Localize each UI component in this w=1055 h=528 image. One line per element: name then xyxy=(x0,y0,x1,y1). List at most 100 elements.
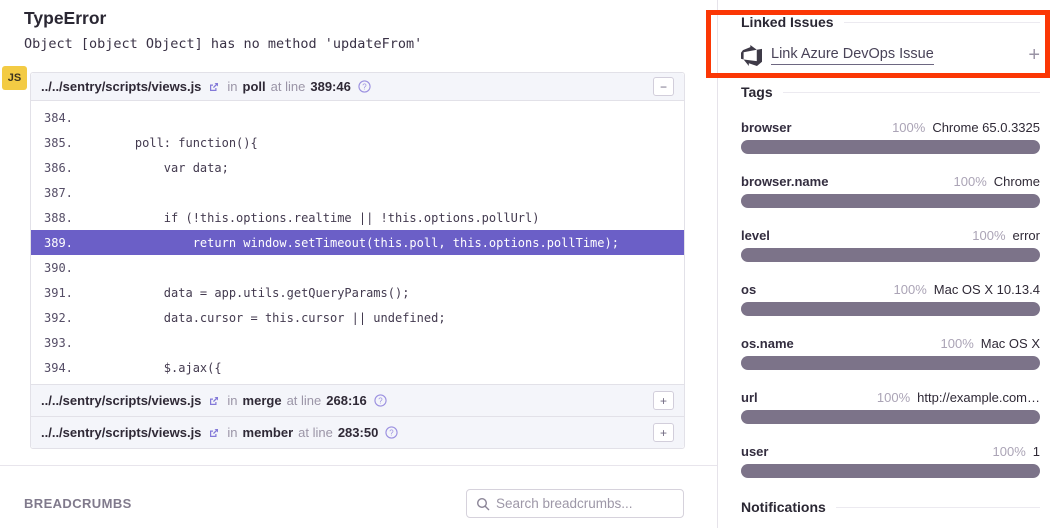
line-number: 384. xyxy=(31,111,106,125)
tag-row-os-name: os.name 100% Mac OS X xyxy=(741,336,1040,370)
tag-key: browser xyxy=(741,120,792,135)
frame-in-label: in xyxy=(227,425,237,440)
code-line: 385. poll: function(){ xyxy=(31,130,684,155)
tag-distribution-bar[interactable] xyxy=(741,302,1040,316)
external-link-icon[interactable] xyxy=(208,427,220,439)
tag-value[interactable]: Chrome xyxy=(994,174,1040,189)
code-line: 391. data = app.utils.getQueryParams(); xyxy=(31,280,684,305)
linked-issues-heading: Linked Issues xyxy=(741,14,1040,30)
line-number: 393. xyxy=(31,336,106,350)
tag-percent: 100% xyxy=(972,228,1005,243)
collapse-frame-button[interactable]: − xyxy=(653,77,674,96)
tag-percent: 100% xyxy=(877,390,910,405)
line-number: 385. xyxy=(31,136,106,150)
stack-trace-panel: ../../sentry/scripts/views.js in poll at… xyxy=(30,72,685,449)
code-line: 392. data.cursor = this.cursor || undefi… xyxy=(31,305,684,330)
tag-row-level: level 100% error xyxy=(741,228,1040,262)
section-divider xyxy=(0,465,717,466)
tag-value[interactable]: error xyxy=(1013,228,1040,243)
linked-issues-heading-label: Linked Issues xyxy=(741,14,834,30)
code-line: 387. xyxy=(31,180,684,205)
line-number: 394. xyxy=(31,361,106,375)
svg-text:?: ? xyxy=(362,82,367,91)
tags-heading: Tags xyxy=(741,84,1040,100)
svg-text:?: ? xyxy=(390,428,395,437)
line-source: $.ajax({ xyxy=(106,361,684,375)
line-source: return window.setTimeout(this.poll, this… xyxy=(106,236,684,250)
tag-value[interactable]: 1 xyxy=(1033,444,1040,459)
tags-heading-label: Tags xyxy=(741,84,773,100)
line-source: data.cursor = this.cursor || undefined; xyxy=(106,311,684,325)
tag-key: os.name xyxy=(741,336,794,351)
frame-function: merge xyxy=(243,393,282,408)
stack-frame-header-merge[interactable]: ../../sentry/scripts/views.js in merge a… xyxy=(31,384,684,416)
tag-percent: 100% xyxy=(894,282,927,297)
tag-value[interactable]: http://example.com… xyxy=(917,390,1040,405)
help-icon[interactable]: ? xyxy=(385,426,398,439)
stack-frame-header-poll[interactable]: ../../sentry/scripts/views.js in poll at… xyxy=(31,73,684,101)
notifications-heading: Notifications xyxy=(741,499,1040,515)
line-number: 386. xyxy=(31,161,106,175)
frame-filename[interactable]: ../../sentry/scripts/views.js xyxy=(41,393,201,408)
frame-filename[interactable]: ../../sentry/scripts/views.js xyxy=(41,425,201,440)
tag-percent: 100% xyxy=(892,120,925,135)
code-line: 388. if (!this.options.realtime || !this… xyxy=(31,205,684,230)
frame-in-label: in xyxy=(227,393,237,408)
error-message: Object [object Object] has no method 'up… xyxy=(24,36,422,52)
line-number: 387. xyxy=(31,186,106,200)
external-link-icon[interactable] xyxy=(208,395,220,407)
frame-atline-label: at line xyxy=(271,79,306,94)
line-source: var data; xyxy=(106,161,684,175)
tag-value[interactable]: Mac OS X 10.13.4 xyxy=(934,282,1040,297)
breadcrumbs-search-box[interactable] xyxy=(466,489,684,518)
frame-atline-label: at line xyxy=(298,425,333,440)
frame-line-number: 268:16 xyxy=(326,393,366,408)
line-number: 389. xyxy=(31,236,106,250)
frame-line-number: 389:46 xyxy=(310,79,350,94)
code-line: 386. var data; xyxy=(31,155,684,180)
linked-issue-row: Link Azure DevOps Issue + xyxy=(741,43,1040,67)
frame-filename[interactable]: ../../sentry/scripts/views.js xyxy=(41,79,201,94)
tag-distribution-bar[interactable] xyxy=(741,194,1040,208)
svg-text:?: ? xyxy=(378,396,383,405)
tag-distribution-bar[interactable] xyxy=(741,410,1040,424)
tag-row-user: user 100% 1 xyxy=(741,444,1040,478)
line-source: data = app.utils.getQueryParams(); xyxy=(106,286,684,300)
tag-distribution-bar[interactable] xyxy=(741,140,1040,154)
tag-percent: 100% xyxy=(954,174,987,189)
add-linked-issue-button[interactable]: + xyxy=(1028,45,1040,65)
tag-distribution-bar[interactable] xyxy=(741,464,1040,478)
platform-js-badge: JS xyxy=(2,66,27,90)
code-line: 384. xyxy=(31,105,684,130)
frame-function: member xyxy=(243,425,294,440)
code-line: 393. xyxy=(31,330,684,355)
tag-row-url: url 100% http://example.com… xyxy=(741,390,1040,424)
line-number: 391. xyxy=(31,286,106,300)
external-link-icon[interactable] xyxy=(208,81,220,93)
line-number: 392. xyxy=(31,311,106,325)
tag-key: os xyxy=(741,282,756,297)
link-azure-devops-issue-link[interactable]: Link Azure DevOps Issue xyxy=(771,46,934,65)
code-line: 390. xyxy=(31,255,684,280)
stack-frame-header-member[interactable]: ../../sentry/scripts/views.js in member … xyxy=(31,416,684,448)
code-line-highlighted: 389. return window.setTimeout(this.poll,… xyxy=(31,230,684,255)
tag-row-os: os 100% Mac OS X 10.13.4 xyxy=(741,282,1040,316)
help-icon[interactable]: ? xyxy=(374,394,387,407)
frame-function: poll xyxy=(243,79,266,94)
tag-value[interactable]: Mac OS X xyxy=(981,336,1040,351)
help-icon[interactable]: ? xyxy=(358,80,371,93)
code-line: 394. $.ajax({ xyxy=(31,355,684,380)
tag-distribution-bar[interactable] xyxy=(741,248,1040,262)
expand-frame-button[interactable]: + xyxy=(653,391,674,410)
tag-percent: 100% xyxy=(941,336,974,351)
tag-value[interactable]: Chrome 65.0.3325 xyxy=(932,120,1040,135)
breadcrumbs-heading: BREADCRUMBS xyxy=(24,496,132,511)
frame-atline-label: at line xyxy=(287,393,322,408)
sidebar: Linked Issues Link Azure DevOps Issue + … xyxy=(717,0,1055,528)
expand-frame-button[interactable]: + xyxy=(653,423,674,442)
tag-key: user xyxy=(741,444,768,459)
search-breadcrumbs-input[interactable] xyxy=(496,496,674,511)
source-code-context: 384. 385. poll: function(){ 386. var dat… xyxy=(31,101,684,384)
tag-distribution-bar[interactable] xyxy=(741,356,1040,370)
frame-in-label: in xyxy=(227,79,237,94)
